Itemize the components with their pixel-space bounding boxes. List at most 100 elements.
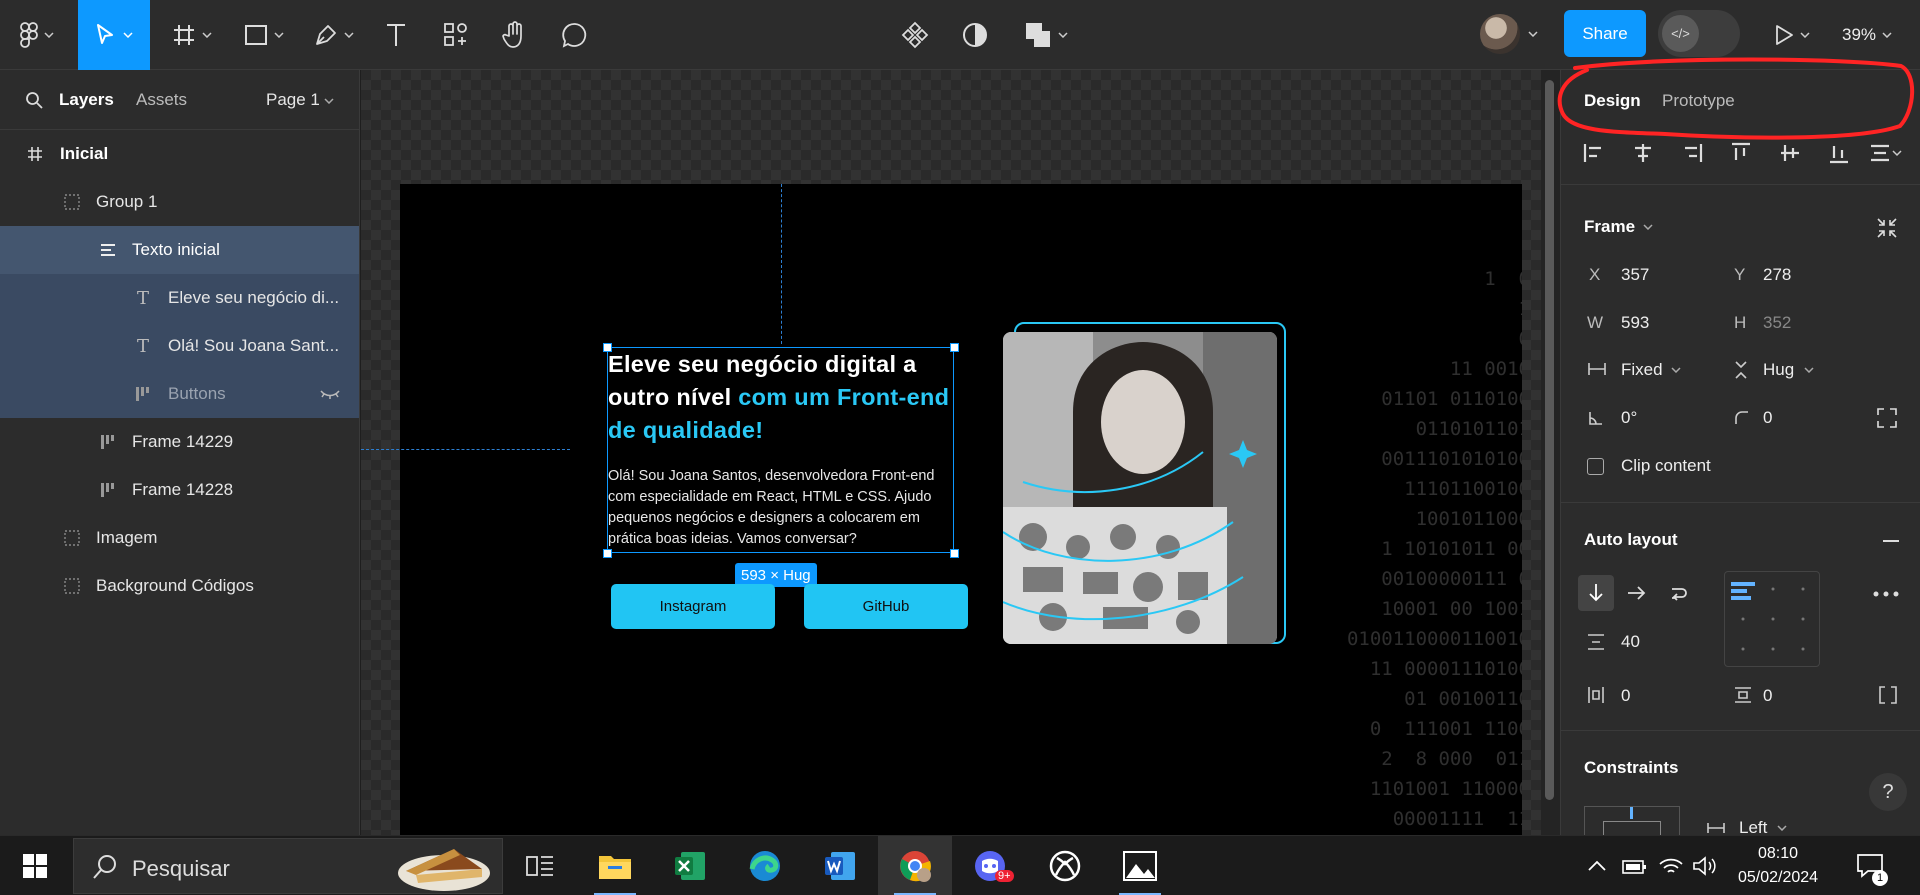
task-view-button[interactable]	[503, 836, 577, 895]
chevron-down-icon[interactable]	[1777, 825, 1787, 831]
start-button[interactable]	[0, 836, 70, 895]
network-status[interactable]	[1658, 836, 1684, 895]
rotation-input[interactable]: 0°	[1621, 408, 1637, 428]
layer-row-buttons[interactable]: Buttons	[0, 370, 359, 418]
photos-icon	[1123, 851, 1157, 881]
tray-overflow[interactable]	[1587, 836, 1607, 895]
rotation-icon	[1589, 412, 1602, 425]
layer-label: Frame 14228	[132, 480, 234, 499]
constraints-title: Constraints	[1584, 758, 1679, 777]
tab-assets[interactable]: Assets	[136, 90, 187, 110]
help-button[interactable]: ?	[1869, 773, 1907, 811]
volume-control[interactable]	[1692, 836, 1718, 895]
excel-app[interactable]	[653, 836, 727, 895]
collapse-icon[interactable]	[1876, 217, 1898, 239]
layer-row-eleve[interactable]: T Eleve seu negócio di...	[0, 274, 359, 322]
height-mode-select[interactable]: Hug	[1763, 360, 1794, 380]
search-icon[interactable]	[25, 91, 43, 109]
canvas-scrollbar-thumb[interactable]	[1545, 80, 1554, 800]
spacing-guide-vertical	[781, 184, 782, 344]
user-avatar[interactable]	[1480, 14, 1520, 54]
layer-row-frame-14228[interactable]: Frame 14228	[0, 466, 359, 514]
battery-status[interactable]	[1622, 836, 1648, 895]
pen-tool-button[interactable]	[308, 0, 360, 70]
shape-tool-button[interactable]	[238, 0, 290, 70]
taskbar-clock[interactable]: 08:10 05/02/2024	[1728, 842, 1828, 890]
page-selector[interactable]: Page 1	[266, 90, 320, 110]
chevron-down-icon	[344, 32, 354, 38]
chevron-down-icon[interactable]	[1804, 367, 1814, 373]
layer-label: Background Códigos	[96, 576, 254, 595]
autolayout-icon	[98, 432, 118, 452]
clip-content-checkbox[interactable]	[1587, 458, 1604, 475]
search-placeholder: Pesquisar	[132, 856, 230, 881]
file-explorer-app[interactable]	[578, 836, 652, 895]
width-mode-select[interactable]: Fixed	[1621, 360, 1663, 380]
xbox-app[interactable]	[1028, 836, 1102, 895]
mask-button[interactable]	[958, 0, 992, 70]
resize-handle-br[interactable]	[950, 549, 959, 558]
resize-handle-tl[interactable]	[603, 343, 612, 352]
figma-menu-button[interactable]	[12, 0, 62, 70]
resources-button[interactable]	[440, 0, 472, 70]
edge-icon	[749, 851, 780, 881]
layer-row-texto-inicial[interactable]: Texto inicial	[0, 226, 359, 274]
hidden-eye-icon[interactable]	[318, 384, 342, 404]
instagram-button[interactable]: Instagram	[611, 584, 775, 629]
h-input[interactable]: 352	[1763, 313, 1791, 333]
wrap-icon[interactable]	[1669, 584, 1689, 602]
y-input[interactable]: 278	[1763, 265, 1791, 285]
edge-app[interactable]	[728, 836, 802, 895]
layer-row-group-1[interactable]: Group 1	[0, 178, 359, 226]
boolean-button[interactable]	[1020, 0, 1072, 70]
layer-row-ola[interactable]: T Olá! Sou Joana Sant...	[0, 322, 359, 370]
remove-auto-layout-icon[interactable]	[1883, 539, 1899, 543]
components-button[interactable]	[898, 0, 932, 70]
w-input[interactable]: 593	[1621, 313, 1649, 333]
x-input[interactable]: 357	[1621, 265, 1649, 285]
notifications-button[interactable]: 1	[1856, 836, 1888, 895]
github-button[interactable]: GitHub	[804, 584, 968, 629]
w-label: W	[1587, 313, 1604, 332]
layer-row-imagem[interactable]: Imagem	[0, 514, 359, 562]
photos-app[interactable]	[1103, 836, 1177, 895]
horizontal-padding-icon	[1588, 687, 1604, 703]
chevron-down-icon[interactable]	[1528, 31, 1538, 37]
width-resize-icon	[1588, 363, 1606, 375]
gap-input[interactable]: 40	[1621, 632, 1640, 652]
resize-handle-bl[interactable]	[603, 549, 612, 558]
individual-padding-icon[interactable]	[1879, 686, 1897, 704]
padding-horizontal-input[interactable]: 0	[1621, 686, 1630, 706]
taskbar-search[interactable]: Pesquisar	[73, 838, 503, 894]
padding-vertical-input[interactable]: 0	[1763, 686, 1772, 706]
word-app[interactable]	[803, 836, 877, 895]
chrome-app[interactable]	[878, 836, 952, 895]
layer-row-frame-14229[interactable]: Frame 14229	[0, 418, 359, 466]
layer-row-inicial[interactable]: Inicial	[0, 130, 359, 178]
arrow-right-icon[interactable]	[1627, 585, 1647, 601]
radius-input[interactable]: 0	[1763, 408, 1772, 428]
xbox-icon	[1049, 850, 1081, 882]
chevron-down-icon[interactable]	[1643, 224, 1653, 230]
move-tool-button[interactable]	[78, 0, 150, 70]
chevron-down-icon[interactable]	[1671, 367, 1681, 373]
comment-tool-button[interactable]	[558, 0, 592, 70]
alignment-grid[interactable]	[1724, 571, 1820, 667]
frame-tool-button[interactable]	[166, 0, 218, 70]
more-options-icon[interactable]	[1873, 591, 1899, 597]
direction-vertical-button[interactable]	[1578, 575, 1614, 611]
constraints-widget[interactable]	[1584, 806, 1680, 836]
independent-corners-icon[interactable]	[1876, 407, 1898, 429]
hand-tool-button[interactable]	[498, 0, 532, 70]
layer-row-background-codigos[interactable]: Background Códigos	[0, 562, 359, 610]
discord-app[interactable]: 9+	[953, 836, 1027, 895]
profile-photo[interactable]	[1003, 332, 1277, 644]
frame-inicial[interactable]: 1 0 1 0 11 0010 01101 0110100 0110101101…	[400, 184, 1522, 835]
chevron-down-icon	[1800, 32, 1810, 38]
resize-handle-tr[interactable]	[950, 343, 959, 352]
frame-section-title[interactable]: Frame	[1584, 217, 1635, 237]
chevron-down-icon[interactable]	[324, 98, 334, 104]
tab-layers[interactable]: Layers	[59, 90, 114, 110]
text-tool-button[interactable]	[380, 0, 412, 70]
design-canvas[interactable]: 1 0 1 0 11 0010 01101 0110100 0110101101…	[361, 70, 1541, 835]
